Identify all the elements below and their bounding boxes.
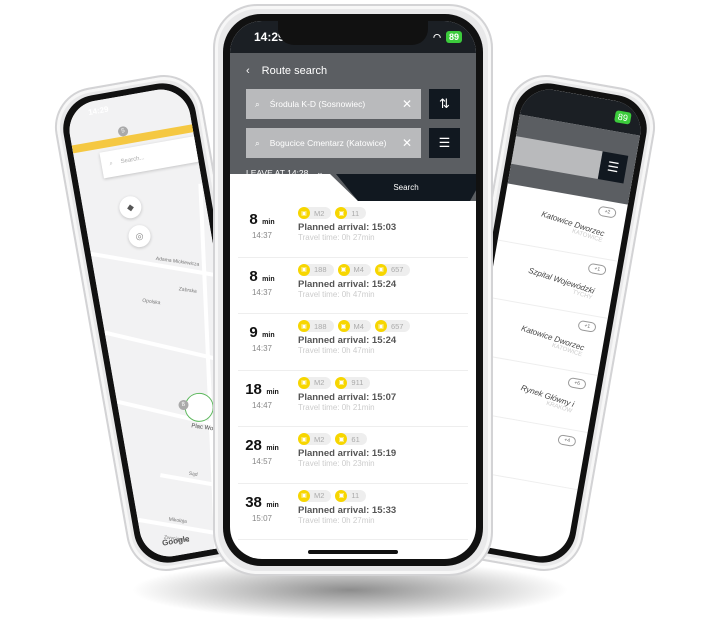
route-results-list: 8 min 14:37 ▣ M2 ▣ 11 Planned arrival: 15:03 Tr…: [230, 201, 476, 540]
filter-button[interactable]: ☰: [429, 128, 460, 158]
bus-icon: ▣: [374, 320, 387, 332]
line-chip: ▣ 11: [335, 207, 367, 219]
route-item[interactable]: 18 min 14:47 ▣ M2 ▣ 911 Planned arrival: 15:07…: [238, 371, 468, 427]
travel-time: Travel time: 0h 47min: [298, 346, 375, 355]
minutes-until: 8: [249, 211, 258, 228]
bus-icon: ▣: [298, 489, 310, 502]
line-chip: ▣ 657: [374, 320, 411, 332]
home-indicator: [308, 550, 398, 554]
swap-button[interactable]: ⇅: [429, 89, 460, 119]
search-tab[interactable]: Search: [336, 174, 476, 201]
departure-time: 14:37: [251, 344, 273, 353]
route-item[interactable]: 8 min 14:37 ▣ M2 ▣ 11 Planned arrival: 15:03 Tr…: [238, 201, 468, 258]
bus-icon: ▣: [374, 263, 387, 276]
route-item[interactable]: 8 min 14:37 ▣ 188 ▣ M4 ▣ 657 Planned arrival: 15…: [238, 258, 468, 314]
line-chip: ▣ 911: [335, 376, 371, 389]
line-chip: ▣ 657: [374, 263, 411, 276]
minutes-until: 38: [245, 493, 262, 511]
wifi-icon: ◠: [433, 31, 441, 42]
line-chip: ▣ M4: [337, 263, 371, 276]
to-input[interactable]: ⌕ Bogucice Cmentarz (Katowice) ✕: [246, 128, 421, 158]
travel-time: Travel time: 0h 23min: [298, 459, 375, 468]
bus-icon: ▣: [298, 320, 310, 332]
travel-time: Travel time: 0h 21min: [298, 402, 375, 412]
clear-to-button[interactable]: ✕: [402, 136, 412, 150]
planned-arrival: Planned arrival: 15:03: [298, 222, 397, 233]
search-icon: ⌕: [255, 98, 260, 109]
from-input[interactable]: ⌕ Środula K-D (Sosnowiec) ✕: [246, 89, 421, 119]
line-chip: ▣ M4: [337, 320, 371, 332]
bus-icon: ▣: [335, 376, 348, 389]
planned-arrival: Planned arrival: 15:24: [298, 335, 397, 346]
route-item[interactable]: 9 min 14:37 ▣ 188 ▣ M4 ▣ 657 Planned arrival: 15…: [238, 314, 468, 371]
results-tab[interactable]: [230, 174, 358, 201]
search-header: ‹ Route search ⌕ Środula K-D (Sosnowiec) ✕ …: [230, 53, 476, 201]
line-chip: ▣ 188: [298, 263, 334, 276]
bus-icon: ▣: [337, 320, 350, 332]
travel-time: Travel time: 0h 47min: [298, 289, 375, 299]
route-item[interactable]: 38 min 15:07 ▣ M2 ▣ 11 Planned arrival: 15:33 T…: [238, 484, 468, 540]
search-icon: ⌕: [255, 137, 260, 148]
line-chip: ▣ M2: [298, 376, 332, 389]
notch: [278, 21, 428, 45]
bus-icon: ▣: [335, 489, 348, 502]
planned-arrival: Planned arrival: 15:24: [298, 278, 397, 290]
route-item[interactable]: 28 min 14:57 ▣ M2 ▣ 61 Planned arrival: 15:19 T…: [238, 427, 468, 484]
bus-icon: ▣: [298, 263, 310, 276]
travel-time: Travel time: 0h 27min: [298, 233, 375, 242]
departure-time: 14:57: [251, 457, 273, 466]
minutes-until: 28: [245, 437, 262, 454]
minutes-until: 9: [249, 324, 258, 341]
stop-search-input[interactable]: [511, 136, 603, 179]
line-chip: ▣ 61: [335, 433, 367, 445]
planned-arrival: Planned arrival: 15:33: [298, 504, 397, 516]
travel-time: Travel time: 0h 27min: [298, 515, 375, 525]
battery-indicator: 89: [445, 31, 462, 43]
minutes-until: 18: [245, 380, 262, 398]
back-button[interactable]: ‹: [246, 65, 250, 77]
line-chip: ▣ 11: [335, 489, 367, 502]
search-icon: ⌕: [108, 160, 114, 167]
bus-icon: ▣: [298, 207, 310, 219]
clear-from-button[interactable]: ✕: [402, 97, 412, 111]
line-chip: ▣ 188: [298, 320, 334, 332]
filter-button[interactable]: ☰: [597, 151, 629, 184]
minutes-until: 8: [249, 267, 258, 285]
line-chip: ▣ M2: [298, 489, 332, 502]
filter-icon: ☰: [438, 135, 451, 150]
line-chip: ▣ M2: [298, 207, 332, 219]
departure-time: 14:37: [251, 231, 273, 240]
bus-icon: ▣: [335, 433, 348, 445]
bus-icon: ▣: [298, 433, 310, 445]
filter-icon: ☰: [606, 158, 621, 176]
departure-time: 14:37: [251, 287, 273, 297]
bus-icon: ▣: [298, 376, 310, 389]
center-phone-route-search: 14:29 ◠ 89 ‹ Route search ⌕ Środula K-D (So…: [213, 4, 493, 576]
page-title: Route search: [261, 65, 328, 77]
planned-arrival: Planned arrival: 15:19: [298, 448, 397, 459]
departure-time: 14:47: [251, 400, 273, 410]
bus-icon: ▣: [337, 263, 350, 276]
departure-time: 15:07: [251, 513, 273, 523]
bus-icon: ▣: [335, 207, 348, 219]
swap-arrows-icon: ⇅: [439, 96, 450, 111]
line-chip: ▣ M2: [298, 433, 332, 445]
planned-arrival: Planned arrival: 15:07: [298, 391, 397, 403]
